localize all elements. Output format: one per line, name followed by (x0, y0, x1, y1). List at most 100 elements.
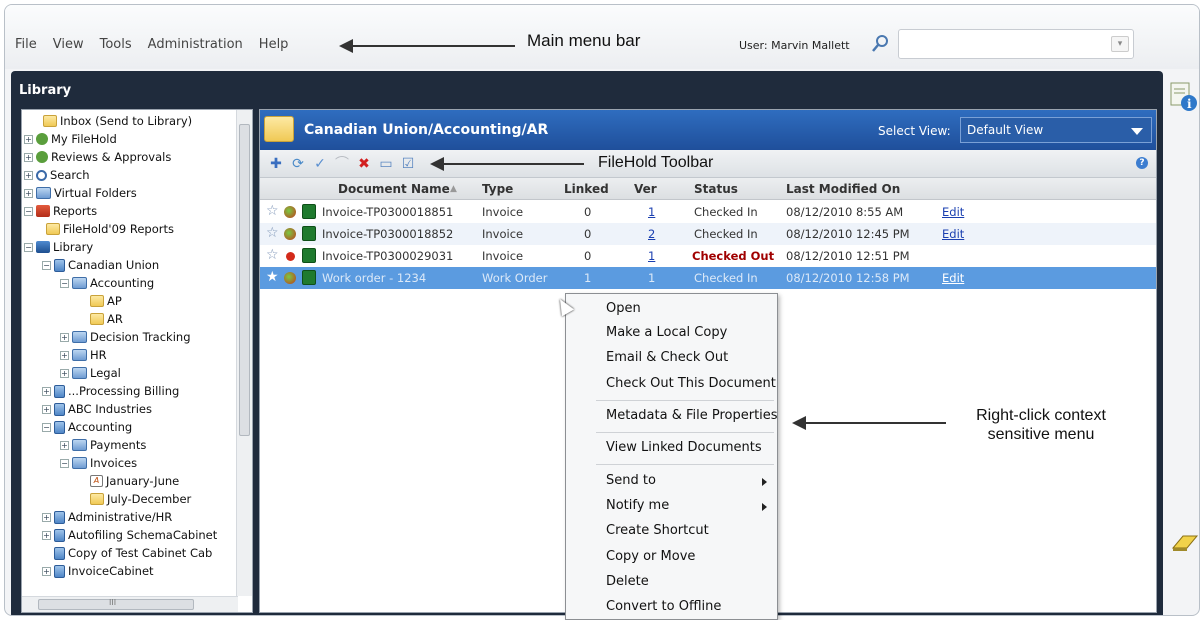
collapse-icon[interactable]: − (60, 278, 69, 288)
scroll-thumb[interactable]: III (38, 598, 194, 610)
edit-link[interactable]: Edit (942, 271, 964, 285)
tree-item-library[interactable]: − Library (24, 238, 93, 256)
tree-item-decision-tracking[interactable]: + Decision Tracking (60, 328, 191, 346)
expand-icon[interactable]: + (42, 404, 51, 414)
column-status[interactable]: Status (694, 182, 738, 196)
checkmark-icon[interactable]: ✓ (312, 156, 328, 172)
expand-icon[interactable]: + (24, 188, 33, 198)
table-row[interactable]: ☆ Invoice-TP0300018851 Invoice 0 1 Check… (260, 201, 1156, 223)
context-menu-create-shortcut[interactable]: Create Shortcut (606, 523, 709, 538)
collapse-icon[interactable]: − (42, 422, 51, 432)
context-menu-make-local-copy[interactable]: Make a Local Copy (606, 325, 727, 340)
scroll-thumb[interactable] (239, 124, 250, 436)
menu-view[interactable]: View (53, 37, 84, 52)
context-menu-view-linked[interactable]: View Linked Documents (606, 440, 762, 455)
menu-file[interactable]: File (15, 37, 37, 52)
version-link[interactable]: 1 (648, 205, 655, 219)
add-document-icon[interactable]: ✚ (268, 156, 284, 172)
context-menu-open[interactable]: Open (606, 301, 641, 316)
table-row-selected[interactable]: ★ Work order - 1234 Work Order 1 1 Check… (260, 267, 1156, 289)
eraser-icon[interactable] (1171, 532, 1199, 552)
tree-item-july-december[interactable]: July-December (90, 490, 191, 508)
tree-item-processing-billing[interactable]: + ...Processing Billing (42, 382, 179, 400)
search-input[interactable]: ▾ (898, 29, 1134, 59)
tree-item-filehold-reports[interactable]: FileHold'09 Reports (46, 220, 174, 238)
document-name[interactable]: Invoice-TP0300018851 (322, 205, 453, 219)
column-type[interactable]: Type (482, 182, 513, 196)
tree-item-hr[interactable]: + HR (60, 346, 107, 364)
context-menu-email-check-out[interactable]: Email & Check Out (606, 350, 728, 365)
tree-item-administrative-hr[interactable]: + Administrative/HR (42, 508, 172, 526)
tree-item-payments[interactable]: + Payments (60, 436, 146, 454)
column-document-name[interactable]: Document Name (338, 182, 450, 196)
document-info-icon[interactable]: i (1169, 81, 1199, 113)
tree-item-canadian-union[interactable]: − Canadian Union (42, 256, 159, 274)
menu-help[interactable]: Help (259, 37, 289, 52)
table-row[interactable]: ☆ Invoice-TP0300018852 Invoice 0 2 Check… (260, 223, 1156, 245)
select-view-dropdown[interactable]: Default View (960, 117, 1152, 143)
search-dropdown-icon[interactable]: ▾ (1111, 36, 1129, 52)
expand-icon[interactable]: + (42, 512, 51, 522)
expand-icon[interactable]: + (60, 350, 69, 360)
table-row[interactable]: ☆ Invoice-TP0300029031 Invoice 0 1 Check… (260, 245, 1156, 267)
expand-icon[interactable]: + (42, 566, 51, 576)
collapse-icon[interactable]: − (42, 260, 51, 270)
sort-ascending-icon[interactable]: ▲ (450, 184, 457, 194)
tree-horizontal-scrollbar[interactable]: III (22, 596, 238, 612)
help-icon[interactable]: ? (1136, 157, 1148, 169)
tree-item-invoice-cabinet[interactable]: + InvoiceCabinet (42, 562, 154, 580)
version-link[interactable]: 2 (648, 227, 655, 241)
context-menu-convert-offline[interactable]: Convert to Offline (606, 599, 721, 614)
tree-item-autofiling-schema[interactable]: + Autofiling SchemaCabinet (42, 526, 217, 544)
collapse-icon[interactable]: − (24, 242, 33, 252)
context-menu-notify-me[interactable]: Notify me (606, 498, 669, 513)
favorite-star-icon[interactable]: ★ (266, 269, 279, 285)
context-menu-copy-or-move[interactable]: Copy or Move (606, 549, 695, 564)
approve-icon[interactable]: ☑ (400, 156, 416, 172)
edit-link[interactable]: Edit (942, 227, 964, 241)
tree-item-accounting[interactable]: − Accounting (60, 274, 154, 292)
favorite-star-icon[interactable]: ☆ (266, 225, 279, 241)
favorite-star-icon[interactable]: ☆ (266, 247, 279, 263)
column-linked[interactable]: Linked (564, 182, 609, 196)
search-icon[interactable] (869, 33, 891, 55)
tree-item-copy-of-test-cabinet[interactable]: Copy of Test Cabinet Cab (54, 544, 212, 562)
tree-item-my-filehold[interactable]: + My FileHold (24, 130, 117, 148)
version-link[interactable]: 1 (648, 249, 655, 263)
tree-item-abc-industries[interactable]: + ABC Industries (42, 400, 152, 418)
expand-icon[interactable]: + (24, 152, 33, 162)
favorite-star-icon[interactable]: ☆ (266, 203, 279, 219)
attach-icon[interactable]: ⌒ (334, 156, 350, 172)
context-menu-metadata[interactable]: Metadata & File Properties (606, 408, 778, 423)
version-link[interactable]: 1 (648, 271, 655, 285)
document-name[interactable]: Work order - 1234 (322, 271, 426, 285)
context-menu-delete[interactable]: Delete (606, 574, 649, 589)
expand-icon[interactable]: + (42, 530, 51, 540)
context-menu-check-out[interactable]: Check Out This Document (606, 376, 776, 391)
expand-icon[interactable]: + (42, 386, 51, 396)
column-ver[interactable]: Ver (634, 182, 657, 196)
properties-icon[interactable]: ▭ (378, 156, 394, 172)
expand-icon[interactable]: + (24, 170, 33, 180)
tree-item-ap[interactable]: AP (90, 292, 122, 310)
tree-item-invoices[interactable]: − Invoices (60, 454, 137, 472)
collapse-icon[interactable]: − (24, 206, 33, 216)
column-last-modified[interactable]: Last Modified On (786, 182, 900, 196)
document-name[interactable]: Invoice-TP0300018852 (322, 227, 453, 241)
expand-icon[interactable]: + (60, 368, 69, 378)
tree-item-january-june[interactable]: A January-June (90, 472, 179, 490)
tree-item-search[interactable]: + Search (24, 166, 90, 184)
tree-item-reviews-approvals[interactable]: + Reviews & Approvals (24, 148, 171, 166)
tree-item-ar[interactable]: AR (90, 310, 123, 328)
menu-tools[interactable]: Tools (100, 37, 132, 52)
refresh-icon[interactable]: ⟳ (290, 156, 306, 172)
tree-vertical-scrollbar[interactable] (236, 110, 252, 596)
menu-administration[interactable]: Administration (148, 37, 243, 52)
tree-item-virtual-folders[interactable]: + Virtual Folders (24, 184, 137, 202)
expand-icon[interactable]: + (60, 440, 69, 450)
expand-icon[interactable]: + (60, 332, 69, 342)
expand-icon[interactable]: + (24, 134, 33, 144)
collapse-icon[interactable]: − (60, 458, 69, 468)
tree-item-inbox[interactable]: Inbox (Send to Library) (30, 112, 192, 130)
tree-item-legal[interactable]: + Legal (60, 364, 121, 382)
